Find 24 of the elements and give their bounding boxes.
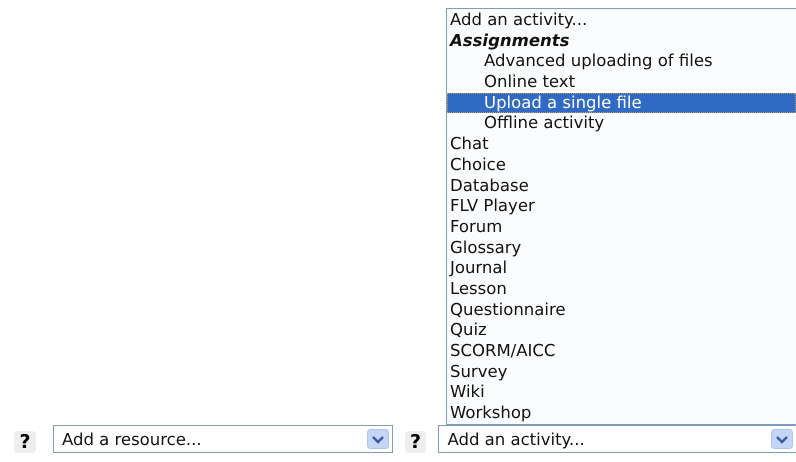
dropdown-option[interactable]: Workshop — [447, 403, 796, 424]
help-icon[interactable]: ? — [404, 431, 426, 453]
dropdown-option[interactable]: Upload a single file — [447, 92, 796, 114]
dropdown-option[interactable]: Journal — [447, 258, 796, 279]
dropdown-option[interactable]: Forum — [447, 216, 796, 238]
dropdown-option[interactable]: SCORM/AICC — [447, 341, 796, 362]
dropdown-option[interactable]: Quiz — [447, 320, 796, 341]
dropdown-option[interactable]: Glossary — [447, 238, 796, 258]
select-field[interactable]: Add a resource... — [52, 425, 393, 453]
dropdown-option[interactable]: Add an activity... — [447, 10, 796, 31]
help-icon[interactable]: ? — [14, 431, 36, 453]
dropdown-option[interactable]: FLV Player — [447, 196, 796, 217]
dropdown-option[interactable]: Online text — [447, 72, 796, 93]
option-group-label: Assignments — [448, 30, 570, 52]
select-field[interactable]: Add an activity... — [438, 425, 796, 453]
dropdown-option[interactable]: Choice — [447, 154, 796, 176]
dropdown-option[interactable]: Survey — [447, 362, 796, 382]
dropdown-option[interactable]: Offline activity — [447, 113, 796, 134]
dropdown-option[interactable]: Database — [447, 176, 796, 196]
dropdown-option[interactable]: Advanced uploading of files — [447, 51, 796, 72]
dropdown-option[interactable]: Questionnaire — [447, 300, 796, 320]
dropdown-option[interactable]: Lesson — [447, 278, 796, 300]
dropdown-option[interactable]: Chat — [447, 134, 796, 155]
dropdown-option[interactable]: Wiki — [447, 382, 796, 404]
